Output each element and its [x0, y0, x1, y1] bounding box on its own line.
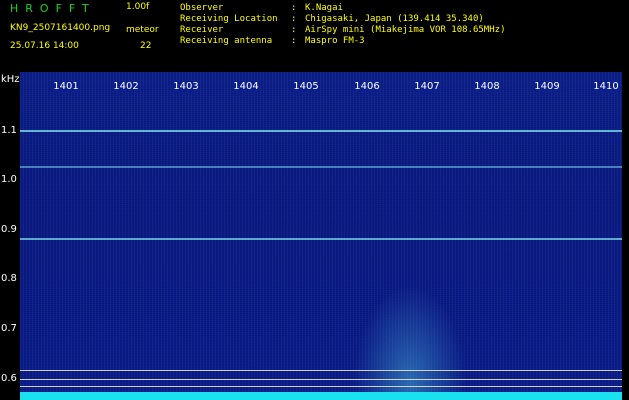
time-label: 1409 [533, 81, 561, 92]
header-panel: HROFFT 1.00f KN9_2507161400.png meteor 2… [0, 0, 629, 72]
capture-timestamp: 25.07.16 14:00 [10, 41, 79, 51]
frequency-unit: kHz [1, 74, 20, 85]
reference-line [20, 386, 622, 387]
time-label: 1405 [292, 81, 320, 92]
meteor-label: meteor [126, 25, 159, 35]
info-key: Receiving Location [180, 14, 278, 24]
frequency-label: 1.0 [1, 174, 17, 185]
info-row-observer: Observer : K.Nagai [180, 3, 505, 14]
info-separator: : [291, 25, 297, 35]
carrier-line [20, 166, 622, 168]
time-label: 1402 [112, 81, 140, 92]
time-label: 1406 [353, 81, 381, 92]
info-key: Receiver [180, 25, 224, 35]
station-info: Observer : K.Nagai Receiving Location : … [180, 3, 505, 47]
time-label: 1410 [592, 81, 620, 92]
time-label: 1401 [52, 81, 80, 92]
frequency-axis [0, 72, 20, 400]
carrier-line [20, 238, 622, 240]
reference-line [20, 370, 622, 371]
frequency-label: 0.6 [1, 373, 17, 384]
carrier-line [20, 130, 622, 132]
info-value: Maspro FM-3 [305, 36, 365, 46]
frequency-label: 1.1 [1, 125, 17, 136]
info-separator: : [291, 36, 297, 46]
app-logo: HROFFT [10, 2, 96, 15]
spectrogram-plot [20, 72, 622, 400]
meteor-count: 22 [140, 41, 152, 51]
info-value: Chigasaki, Japan (139.414 35.340) [305, 14, 484, 24]
noise-floor [20, 392, 622, 400]
info-key: Receiving antenna [180, 36, 273, 46]
info-separator: : [291, 14, 297, 24]
time-label: 1404 [232, 81, 260, 92]
info-value: AirSpy mini (Miakejima VOR 108.65MHz) [305, 25, 506, 35]
frequency-label: 0.7 [1, 323, 17, 334]
time-label: 1403 [172, 81, 200, 92]
info-value: K.Nagai [305, 3, 343, 13]
frequency-label: 0.9 [1, 224, 17, 235]
reference-line [20, 379, 622, 380]
info-row-antenna: Receiving antenna : Maspro FM-3 [180, 36, 505, 47]
info-row-location: Receiving Location : Chigasaki, Japan (1… [180, 14, 505, 25]
time-label: 1408 [473, 81, 501, 92]
app-version: 1.00f [126, 2, 150, 12]
frequency-label: 0.8 [1, 273, 17, 284]
info-separator: : [291, 3, 297, 13]
info-key: Observer [180, 3, 224, 13]
image-filename: KN9_2507161400.png [10, 23, 111, 33]
info-row-receiver: Receiver : AirSpy mini (Miakejima VOR 10… [180, 25, 505, 36]
time-label: 1407 [413, 81, 441, 92]
